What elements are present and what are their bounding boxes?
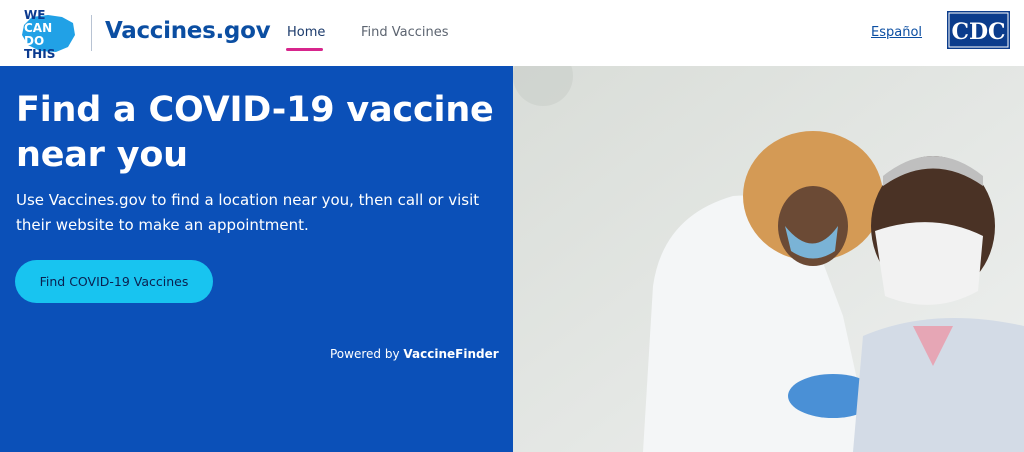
svg-text:DO: DO [24, 34, 44, 48]
site-name[interactable]: Vaccines.gov [105, 18, 271, 44]
language-link-espanol[interactable]: Español [871, 25, 922, 40]
nav-find-vaccines[interactable]: Find Vaccines [361, 25, 449, 40]
powered-prefix: Powered by [330, 347, 400, 361]
nav-active-indicator [286, 48, 323, 51]
svg-text:THIS: THIS [24, 47, 55, 61]
hero-title: Find a COVID-19 vaccine near you [16, 90, 494, 175]
powered-by-text: Powered by VaccineFinder [330, 347, 499, 361]
we-can-do-this-logo[interactable]: WE CAN DO THIS [18, 5, 80, 61]
cdc-logo[interactable]: CDC [947, 11, 1010, 49]
svg-text:CDC: CDC [951, 19, 1005, 45]
svg-text:WE: WE [24, 8, 45, 22]
nav-home[interactable]: Home [287, 25, 325, 40]
logo-divider [91, 15, 92, 51]
svg-text:CAN: CAN [24, 21, 52, 35]
hero-photo [513, 66, 1024, 452]
vaccination-photo-illustration [513, 66, 1024, 452]
hero-subtitle: Use Vaccines.gov to find a location near… [16, 191, 480, 234]
site-header: WE CAN DO THIS Vaccines.gov Home Find Va… [0, 0, 1024, 66]
find-vaccines-button[interactable]: Find COVID-19 Vaccines [15, 260, 213, 303]
powered-brand: VaccineFinder [403, 347, 499, 361]
